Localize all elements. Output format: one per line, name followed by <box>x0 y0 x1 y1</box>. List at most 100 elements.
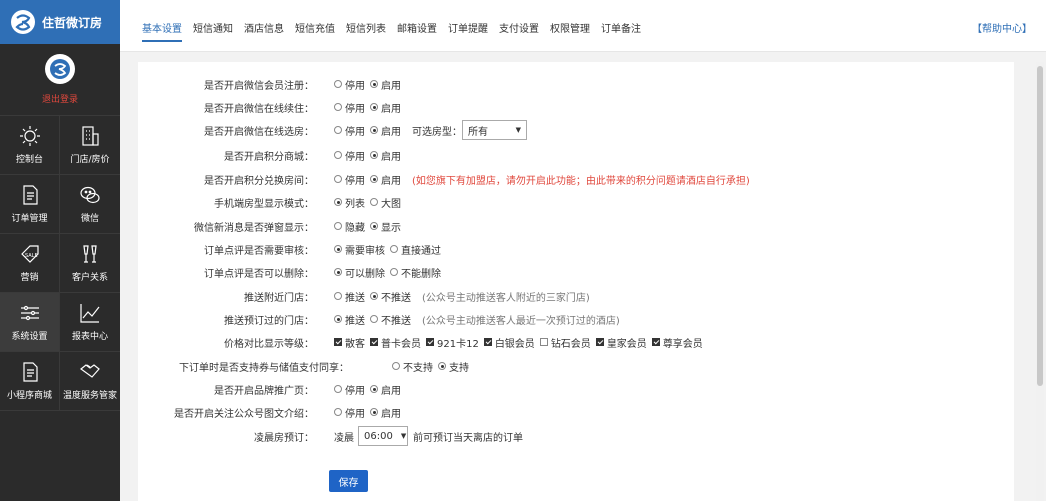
radio-button[interactable] <box>334 222 342 230</box>
radio-option[interactable]: 停用 <box>334 405 365 420</box>
radio-button[interactable] <box>334 408 342 416</box>
checkbox[interactable] <box>426 338 434 346</box>
radio-button[interactable] <box>370 175 378 183</box>
radio-button[interactable] <box>334 385 342 393</box>
radio-option[interactable]: 大图 <box>370 195 401 210</box>
sidebar-item-settings[interactable]: 系统设置 <box>0 293 60 352</box>
tab-sms-list[interactable]: 短信列表 <box>346 20 386 42</box>
radio-option[interactable]: 推送 <box>334 289 365 304</box>
radio-button[interactable] <box>370 385 378 393</box>
radio-option[interactable]: 停用 <box>334 382 365 397</box>
radio-button[interactable] <box>392 362 400 370</box>
sidebar-item-orders[interactable]: 订单管理 <box>0 175 60 234</box>
radio-option[interactable]: 停用 <box>334 123 365 138</box>
sidebar-item-crm[interactable]: 客户关系 <box>60 234 120 293</box>
tab-hotel-info[interactable]: 酒店信息 <box>244 20 284 42</box>
sidebar-item-marketing[interactable]: SALE 营销 <box>0 234 60 293</box>
radio-option[interactable]: 启用 <box>370 100 401 115</box>
radio-option[interactable]: 停用 <box>334 172 365 187</box>
radio-button[interactable] <box>370 315 378 323</box>
tab-permissions[interactable]: 权限管理 <box>550 20 590 42</box>
radio-button[interactable] <box>370 408 378 416</box>
help-center-link[interactable]: 【帮助中心】 <box>972 20 1032 35</box>
radio-button[interactable] <box>390 245 398 253</box>
radio-option[interactable]: 启用 <box>370 148 401 163</box>
radio-button[interactable] <box>370 126 378 134</box>
checkbox[interactable] <box>334 338 342 346</box>
save-button[interactable]: 保存 <box>329 470 368 492</box>
radio-button[interactable] <box>334 292 342 300</box>
radio-option[interactable]: 停用 <box>334 77 365 92</box>
radio-button[interactable] <box>370 103 378 111</box>
scrollbar[interactable] <box>1036 62 1044 501</box>
radio-option[interactable]: 不支持 <box>392 359 433 374</box>
tab-order-reminder[interactable]: 订单提醒 <box>448 20 488 42</box>
sidebar-item-mini-mall[interactable]: 小程序商城 <box>0 352 60 411</box>
radio-option[interactable]: 隐藏 <box>334 219 365 234</box>
radio-button[interactable] <box>334 151 342 159</box>
checkbox[interactable] <box>483 338 492 346</box>
radio-button[interactable] <box>334 175 342 183</box>
radio-option[interactable]: 停用 <box>334 100 365 115</box>
tab-basic-settings[interactable]: 基本设置 <box>142 20 182 42</box>
radio-option[interactable]: 支持 <box>438 359 469 374</box>
logout-link[interactable]: 退出登录 <box>42 92 78 105</box>
tab-order-notes[interactable]: 订单备注 <box>601 20 641 42</box>
early-morning-time-select[interactable]: 06:00 ▼ <box>358 426 408 446</box>
radio-option[interactable]: 不推送 <box>370 289 411 304</box>
checkbox-option[interactable]: 散客 <box>334 335 365 350</box>
radio-button[interactable] <box>334 103 342 111</box>
radio-button[interactable] <box>334 126 342 134</box>
checkbox[interactable] <box>370 338 378 346</box>
radio-option[interactable]: 列表 <box>334 195 365 210</box>
sidebar-item-dashboard[interactable]: 控制台 <box>0 116 60 175</box>
radio-button[interactable] <box>370 222 378 230</box>
room-type-select[interactable]: 所有 ▼ <box>462 120 527 140</box>
checkbox[interactable] <box>595 338 604 346</box>
radio-option[interactable]: 需要审核 <box>334 242 385 257</box>
checkbox-option[interactable]: 普卡会员 <box>370 335 421 350</box>
sidebar-item-wechat[interactable]: 微信 <box>60 175 120 234</box>
radio-button[interactable] <box>438 362 446 370</box>
sidebar-item-reports[interactable]: 报表中心 <box>60 293 120 352</box>
radio-button[interactable] <box>334 315 342 323</box>
tab-email-settings[interactable]: 邮箱设置 <box>397 20 437 42</box>
checkbox[interactable] <box>651 338 660 346</box>
tab-payment-settings[interactable]: 支付设置 <box>499 20 539 42</box>
radio-button[interactable] <box>334 198 342 206</box>
scrollbar-thumb[interactable] <box>1037 66 1043 386</box>
avatar[interactable] <box>45 54 75 84</box>
radio-option[interactable]: 可以删除 <box>334 265 385 280</box>
radio-option[interactable]: 显示 <box>370 219 401 234</box>
tab-sms-notify[interactable]: 短信通知 <box>193 20 233 42</box>
radio-button[interactable] <box>370 80 378 88</box>
radio-option[interactable]: 直接通过 <box>390 242 441 257</box>
radio-option[interactable]: 启用 <box>370 405 401 420</box>
radio-option[interactable]: 启用 <box>370 123 401 138</box>
radio-button[interactable] <box>390 268 398 276</box>
radio-button[interactable] <box>370 292 378 300</box>
checkbox-option[interactable]: 尊享会员 <box>651 335 703 350</box>
radio-button[interactable] <box>370 198 378 206</box>
radio-button[interactable] <box>334 245 342 253</box>
radio-option[interactable]: 启用 <box>370 172 401 187</box>
radio-option[interactable]: 停用 <box>334 148 365 163</box>
sidebar-item-service[interactable]: 温度服务管家 <box>60 352 120 411</box>
radio-option[interactable]: 推送 <box>334 312 365 327</box>
radio-button[interactable] <box>370 151 378 159</box>
radio-button[interactable] <box>334 80 342 88</box>
checkbox-option[interactable]: 921卡12 <box>426 335 479 350</box>
radio-button[interactable] <box>334 268 342 276</box>
radio-option[interactable]: 启用 <box>370 77 401 92</box>
sidebar-item-stores[interactable]: 门店/房价 <box>60 116 120 175</box>
checkbox[interactable] <box>539 338 548 346</box>
radio-option[interactable]: 不能删除 <box>390 265 441 280</box>
setting-label: 推送预订过的门店： <box>224 315 314 327</box>
setting-controls: 停用 启用 <box>334 405 406 420</box>
checkbox-option[interactable]: 钻石会员 <box>539 335 591 350</box>
tab-sms-recharge[interactable]: 短信充值 <box>295 20 335 42</box>
radio-option[interactable]: 不推送 <box>370 312 411 327</box>
checkbox-option[interactable]: 白银会员 <box>483 335 535 350</box>
checkbox-option[interactable]: 皇家会员 <box>595 335 647 350</box>
radio-option[interactable]: 启用 <box>370 382 401 397</box>
